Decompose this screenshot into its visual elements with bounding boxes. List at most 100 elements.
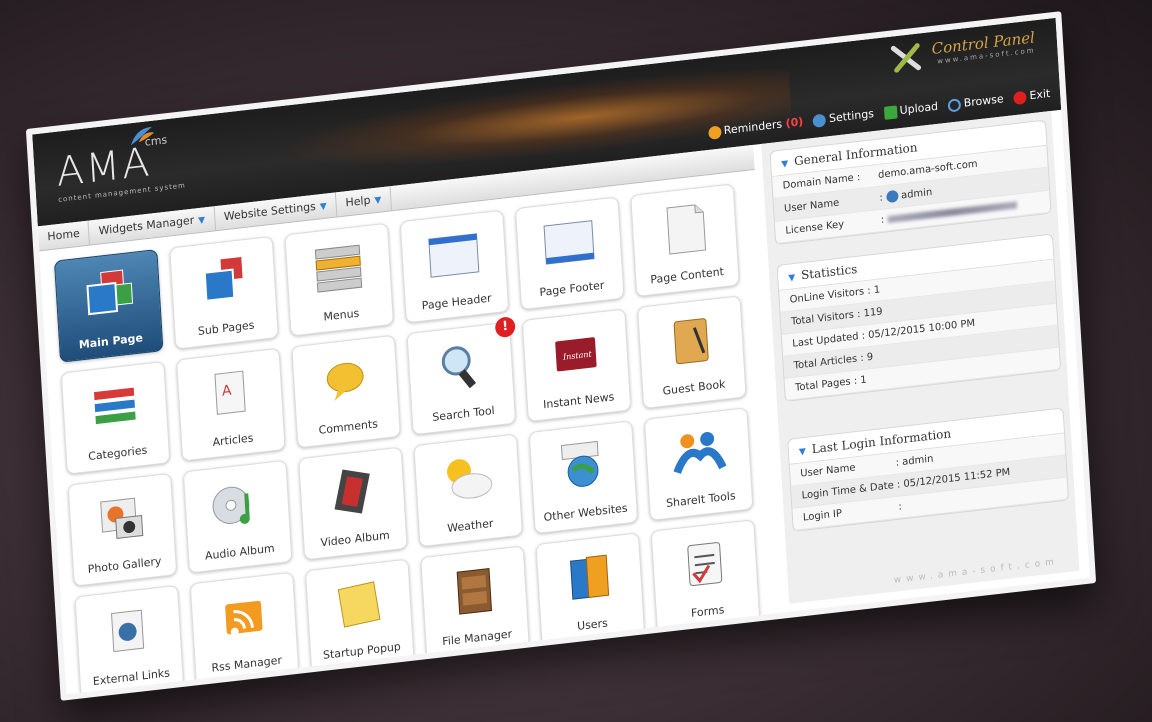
license-sep: :	[880, 214, 885, 226]
document-icon	[666, 204, 707, 255]
tile-label: Comments	[318, 417, 379, 437]
control-panel-window: cms AMA content management system Contro…	[25, 11, 1097, 701]
exit-label: Exit	[1029, 86, 1051, 103]
tile-label: Guest Book	[662, 377, 726, 398]
tile-page-header[interactable]: Page Header	[399, 209, 510, 324]
tile-main-page[interactable]: Main Page	[53, 249, 164, 363]
tile-sub-pages[interactable]: Sub Pages	[169, 235, 279, 350]
window-footer-icon	[543, 220, 595, 265]
tile-photo-gallery[interactable]: Photo Gallery	[67, 472, 178, 587]
tile-articles[interactable]: A Articles	[176, 347, 286, 462]
ama-logo[interactable]: cms AMA content management system	[55, 126, 186, 204]
tile-label: Page Content	[650, 265, 725, 287]
tile-video-album[interactable]: Video Album	[298, 446, 408, 561]
file-cabinet-icon	[456, 567, 493, 615]
tile-label: Users	[576, 616, 609, 633]
tile-shareit-tools[interactable]: ShareIt Tools	[643, 407, 754, 521]
tile-search-tool[interactable]: ! Search Tool	[406, 316, 517, 436]
browse-link[interactable]: Browse	[947, 92, 1005, 113]
gear-icon	[812, 112, 827, 128]
footer-site: www.ama-soft.com	[893, 556, 1060, 586]
stat-total-pages: Total Pages : 1	[794, 374, 868, 394]
tile-label: Startup Popup	[322, 640, 402, 662]
tile-label: Main Page	[78, 331, 144, 352]
stat-total-articles: Total Articles : 9	[793, 351, 874, 372]
svg-text:A: A	[222, 382, 233, 399]
menu-list-icon	[314, 244, 363, 293]
exit-link[interactable]: Exit	[1013, 86, 1051, 105]
news-icon: Instant	[555, 337, 597, 372]
upload-label: Upload	[899, 99, 939, 118]
reminders-count: (0)	[785, 115, 804, 131]
nav-website-label: Website Settings	[223, 199, 317, 224]
tile-label: Instant News	[542, 390, 615, 412]
form-icon	[687, 542, 723, 587]
tile-label: Search Tool	[431, 403, 496, 424]
tile-audio-album[interactable]: Audio Album	[182, 459, 293, 574]
windows-stack-icon	[203, 255, 244, 302]
tile-menus[interactable]: Menus	[284, 222, 395, 337]
window-header-icon	[428, 233, 480, 278]
tile-page-footer[interactable]: Page Footer	[514, 196, 625, 311]
nav-widgets-label: Widgets Manager	[98, 213, 195, 238]
warning-icon	[707, 124, 722, 140]
settings-link[interactable]: Settings	[812, 107, 875, 128]
search-icon	[947, 97, 962, 113]
control-panel-brand: Control Panel www.ama-soft.com	[891, 28, 1036, 73]
upload-link[interactable]: Upload	[883, 100, 938, 120]
tile-forms[interactable]: Forms	[650, 519, 761, 633]
user-value: admin	[900, 186, 933, 202]
user-avatar-icon	[885, 189, 899, 204]
tile-file-manager[interactable]: File Manager	[420, 545, 530, 660]
tile-label: Page Header	[421, 291, 492, 313]
tile-label: Audio Album	[204, 541, 276, 563]
chevron-down-icon: ▼	[798, 446, 807, 458]
tile-label: External Links	[92, 666, 171, 689]
nav-home-label: Home	[47, 226, 81, 244]
share-people-icon	[673, 431, 727, 474]
tile-label: Sub Pages	[197, 318, 255, 338]
browse-label: Browse	[963, 92, 1005, 110]
scene: cms AMA content management system Contro…	[0, 0, 1152, 722]
tile-external-links[interactable]: External Links	[74, 584, 185, 699]
article-icon: A	[214, 370, 246, 415]
tile-startup-popup[interactable]: Startup Popup	[304, 558, 415, 673]
tile-label: Categories	[87, 443, 148, 464]
last-login-box: ▼ Last Login Information User Name: admin…	[787, 407, 1070, 532]
chevron-down-icon: ▼	[788, 272, 796, 284]
tile-label: Other Websites	[543, 501, 628, 524]
nav-home[interactable]: Home	[37, 220, 91, 251]
plus-icon	[883, 104, 898, 120]
comment-bubble-icon	[326, 362, 364, 401]
alert-badge: !	[494, 316, 516, 339]
nav-help-label: Help	[345, 193, 371, 210]
nav-help[interactable]: Help ▼	[335, 186, 392, 217]
tile-weather[interactable]: Weather	[413, 433, 523, 548]
windows-stack-icon	[86, 269, 134, 316]
tile-label: File Manager	[441, 627, 513, 649]
user-sep: :	[879, 192, 884, 204]
tile-other-websites[interactable]: Other Websites	[528, 420, 639, 535]
tile-instant-news[interactable]: Instant Instant News	[521, 308, 632, 423]
tools-icon	[891, 43, 922, 73]
tile-page-content[interactable]: Page Content	[630, 183, 740, 298]
chevron-down-icon: ▼	[781, 159, 789, 170]
tile-label: Forms	[690, 603, 725, 620]
chevron-down-icon: ▼	[197, 215, 206, 227]
tile-label: Page Footer	[539, 278, 605, 300]
tile-users[interactable]: Users	[535, 532, 646, 647]
license-key: License Key	[785, 219, 845, 237]
tile-label: Menus	[323, 306, 360, 324]
tile-guest-book[interactable]: Guest Book	[637, 295, 747, 410]
tile-comments[interactable]: Comments	[291, 334, 401, 449]
tile-categories[interactable]: Categories	[60, 360, 171, 475]
rss-icon	[225, 600, 263, 636]
notes-icon	[337, 581, 381, 628]
tile-label: Weather	[446, 516, 494, 535]
tile-rss-manager[interactable]: Rss Manager	[189, 571, 300, 686]
categories-icon	[93, 387, 136, 425]
tile-label: Articles	[212, 431, 254, 449]
tile-label: Rss Manager	[211, 653, 283, 675]
globe-www-icon	[560, 440, 599, 487]
settings-label: Settings	[828, 107, 875, 126]
